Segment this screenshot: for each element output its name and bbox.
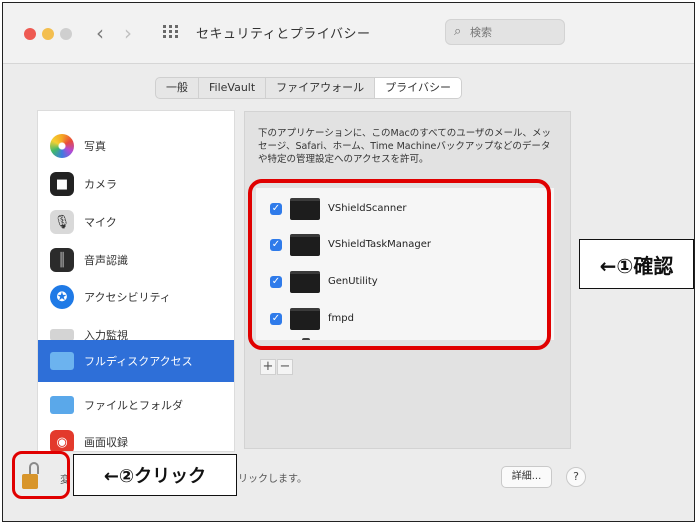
lock-highlight <box>12 451 70 499</box>
sidebar-item-files-and-folders[interactable]: ファイルとフォルダ <box>38 385 234 425</box>
tab-bar: 一般 FileVault ファイアウォール プライバシー <box>155 77 462 99</box>
details-button[interactable]: 詳細... <box>501 466 552 488</box>
sidebar-item-full-disk-access[interactable]: フルディスクアクセス <box>38 340 234 382</box>
sidebar-item-microphone[interactable]: 🎙 マイク <box>38 202 234 242</box>
folder-icon <box>50 352 74 370</box>
show-all-grid-icon[interactable] <box>163 25 179 39</box>
search-icon: ⌕ <box>454 24 462 39</box>
sidebar-item-label: マイク <box>84 216 117 229</box>
sidebar-item-label: 音声認識 <box>84 254 128 267</box>
search-input[interactable] <box>470 23 558 41</box>
privacy-sidebar: 写真 ■ カメラ 🎙 マイク ║ 音声認識 ✪ アクセシビリティ 入力監視 フル… <box>37 110 235 452</box>
folder-icon <box>50 396 74 414</box>
tab-filevault[interactable]: FileVault <box>199 78 267 98</box>
forward-arrow-icon[interactable]: › <box>124 20 132 46</box>
remove-app-button[interactable]: − <box>277 359 293 375</box>
zoom-button[interactable] <box>60 28 72 40</box>
app-list-highlight <box>248 179 551 350</box>
accessibility-icon: ✪ <box>50 285 74 309</box>
sidebar-item-label: 画面収録 <box>84 436 128 449</box>
annotation-confirm: ←①確認 <box>579 239 694 289</box>
tab-privacy[interactable]: プライバシー <box>375 78 461 98</box>
minimize-button[interactable] <box>42 28 54 40</box>
sidebar-item-label: カメラ <box>84 178 117 191</box>
sidebar-item-accessibility[interactable]: ✪ アクセシビリティ <box>38 277 234 317</box>
help-button[interactable]: ? <box>566 467 586 487</box>
camera-icon: ■ <box>50 172 74 196</box>
sidebar-item-label: フルディスクアクセス <box>84 355 193 368</box>
hint-text: リックします。 <box>238 474 307 485</box>
close-button[interactable] <box>24 28 36 40</box>
add-app-button[interactable]: + <box>260 359 276 375</box>
title-bar: ‹ › セキュリティとプライバシー ⌕ <box>3 3 694 64</box>
tab-general[interactable]: 一般 <box>156 78 199 98</box>
speech-recognition-icon: ║ <box>50 248 74 272</box>
sidebar-item-camera[interactable]: ■ カメラ <box>38 164 234 204</box>
back-arrow-icon[interactable]: ‹ <box>96 20 104 46</box>
annotation-click: ←②クリック <box>73 454 237 496</box>
panel-description: 下のアプリケーションに、このMacのすべてのユーザのメール、メッセージ、Safa… <box>258 128 552 165</box>
microphone-icon: 🎙 <box>50 210 74 234</box>
sidebar-item-label: ファイルとフォルダ <box>84 399 183 412</box>
sidebar-item-photos[interactable]: 写真 <box>38 126 234 166</box>
photos-icon <box>50 134 74 158</box>
sidebar-item-screen-recording[interactable]: ◉ 画面収録 <box>38 422 234 451</box>
sidebar-item-label: 写真 <box>84 140 106 153</box>
screen-recording-icon: ◉ <box>50 430 74 451</box>
tab-firewall[interactable]: ファイアウォール <box>266 78 376 98</box>
sidebar-item-label: アクセシビリティ <box>84 291 171 304</box>
search-field[interactable]: ⌕ <box>445 19 565 45</box>
sidebar-item-speech-recognition[interactable]: ║ 音声認識 <box>38 240 234 280</box>
window-title: セキュリティとプライバシー <box>196 27 371 42</box>
